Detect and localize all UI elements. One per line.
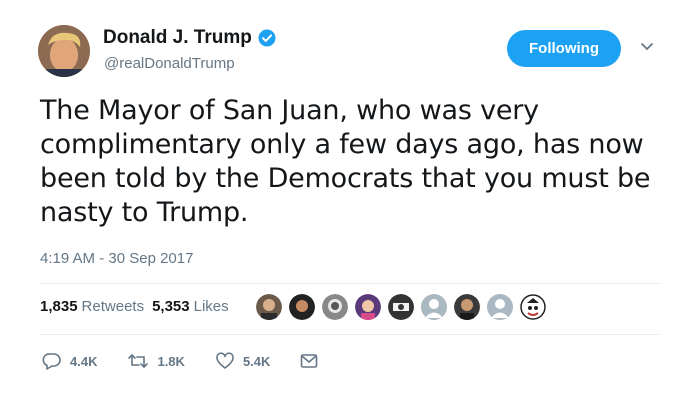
tweet-stats: 1,835 Retweets 5,353 Likes: [40, 298, 237, 315]
direct-message-button[interactable]: [300, 353, 326, 369]
likes-label[interactable]: Likes: [194, 298, 229, 315]
divider: [40, 283, 660, 284]
tweet-card: Donald J. Trump @realDonaldTrump Followi…: [0, 0, 700, 400]
default-avatar-icon[interactable]: [487, 294, 513, 320]
likes-count[interactable]: 5,353: [152, 298, 190, 315]
following-button[interactable]: Following: [507, 30, 621, 67]
retweet-icon: [128, 354, 149, 368]
verified-badge-icon: [258, 29, 276, 47]
liker-avatar[interactable]: [256, 294, 282, 320]
reply-count: 4.4K: [70, 353, 98, 369]
retweets-label[interactable]: Retweets: [82, 298, 145, 315]
default-avatar-icon[interactable]: [421, 294, 447, 320]
tweet-actions: 4.4K 1.8K 5.4K: [42, 352, 356, 370]
liker-avatar[interactable]: [454, 294, 480, 320]
author-handle[interactable]: @realDonaldTrump: [104, 55, 235, 72]
retweet-count: 1.8K: [157, 353, 185, 369]
retweets-count[interactable]: 1,835: [40, 298, 78, 315]
heart-icon: [216, 352, 234, 369]
author-avatar[interactable]: [38, 25, 90, 77]
chevron-down-icon[interactable]: [640, 40, 654, 52]
tweet-timestamp[interactable]: 4:19 AM - 30 Sep 2017: [40, 250, 193, 267]
reply-button[interactable]: 4.4K: [42, 352, 97, 370]
author-name[interactable]: Donald J. Trump: [103, 27, 276, 49]
like-button[interactable]: 5.4K: [215, 352, 270, 370]
liker-avatar[interactable]: [388, 294, 414, 320]
liker-avatar[interactable]: [322, 294, 348, 320]
divider: [40, 334, 660, 335]
author-name-text[interactable]: Donald J. Trump: [103, 27, 252, 49]
liker-avatars: [256, 294, 553, 320]
liker-avatar[interactable]: [355, 294, 381, 320]
tweet-text: The Mayor of San Juan, who was very comp…: [40, 95, 651, 228]
liker-avatar[interactable]: [289, 294, 315, 320]
message-icon: [301, 354, 318, 368]
liker-avatar[interactable]: [520, 294, 546, 320]
retweet-button[interactable]: 1.8K: [127, 352, 185, 370]
reply-icon: [42, 353, 61, 370]
like-count: 5.4K: [242, 353, 271, 369]
